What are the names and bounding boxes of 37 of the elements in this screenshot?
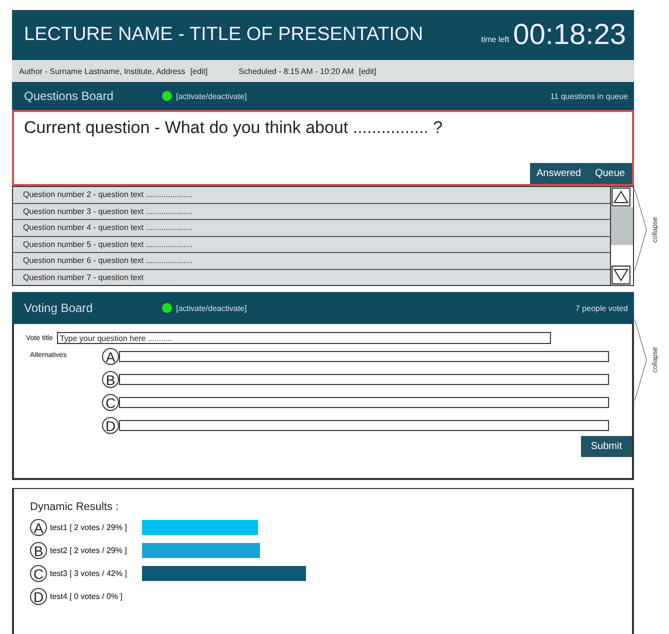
toggle-link[interactable]: [activate/deactivate] [176,304,576,312]
board-title: Voting Board [24,301,94,315]
queue-item[interactable]: Question number 2 - question text ..................... [13,187,610,204]
submit-button[interactable]: Submit [580,436,632,457]
letter-badge: A [30,519,47,536]
scroll-up-icon[interactable] [611,187,631,207]
alternative-field[interactable] [119,351,609,362]
letter-badge: B [30,542,47,559]
queue-item[interactable]: Question number 6 - question text ..................... [13,253,610,270]
result-text: test4 [ 0 votes / 0% ] [50,592,124,601]
queue-item[interactable]: Question number 4 - question text ..................... [13,220,610,236]
queue-item[interactable]: Question number 3 - question text ..................... [13,204,610,220]
alternative-field[interactable] [119,420,609,431]
alternative-field[interactable] [119,397,609,408]
board-title: Questions Board [24,89,114,103]
schedule-text: Scheduled - 8:15 AM - 10:20 AM [238,66,354,76]
toggle-link[interactable]: [activate/deactivate] [176,92,550,100]
letter-badge: C [30,565,47,582]
lecture-title: LECTURE NAME - TITLE OF PRESENTATION [24,24,424,46]
results-title: Dynamic Results : [30,501,120,513]
voter-count: 7 people voted [576,304,628,312]
scroll-down-icon[interactable] [611,265,631,285]
current-question: Current question - What do you think about ................ ? [24,118,444,138]
edit-link[interactable]: [edit] [190,66,208,76]
vote-title-field[interactable]: Type your question here ........... [56,332,551,344]
edit-link[interactable]: [edit] [358,66,376,76]
result-text: test3 [ 3 votes / 42% ] [50,569,128,578]
countdown-timer: 00:18:23 [513,18,626,52]
time-left-label: time left [481,34,510,44]
author-text: Author - Surname Lastname, Institute, Address [19,66,186,76]
queue-count: 11 questions in queue [550,92,628,100]
scrollbar[interactable] [610,187,633,285]
alternative-field[interactable] [119,374,609,385]
result-text: test2 [ 2 votes / 29% ] [50,546,128,555]
result-text: test1 [ 2 votes / 29% ] [50,523,128,532]
queue-item[interactable]: Question number 5 - question text ..................... [13,236,610,253]
letter-badge: D [30,588,47,605]
